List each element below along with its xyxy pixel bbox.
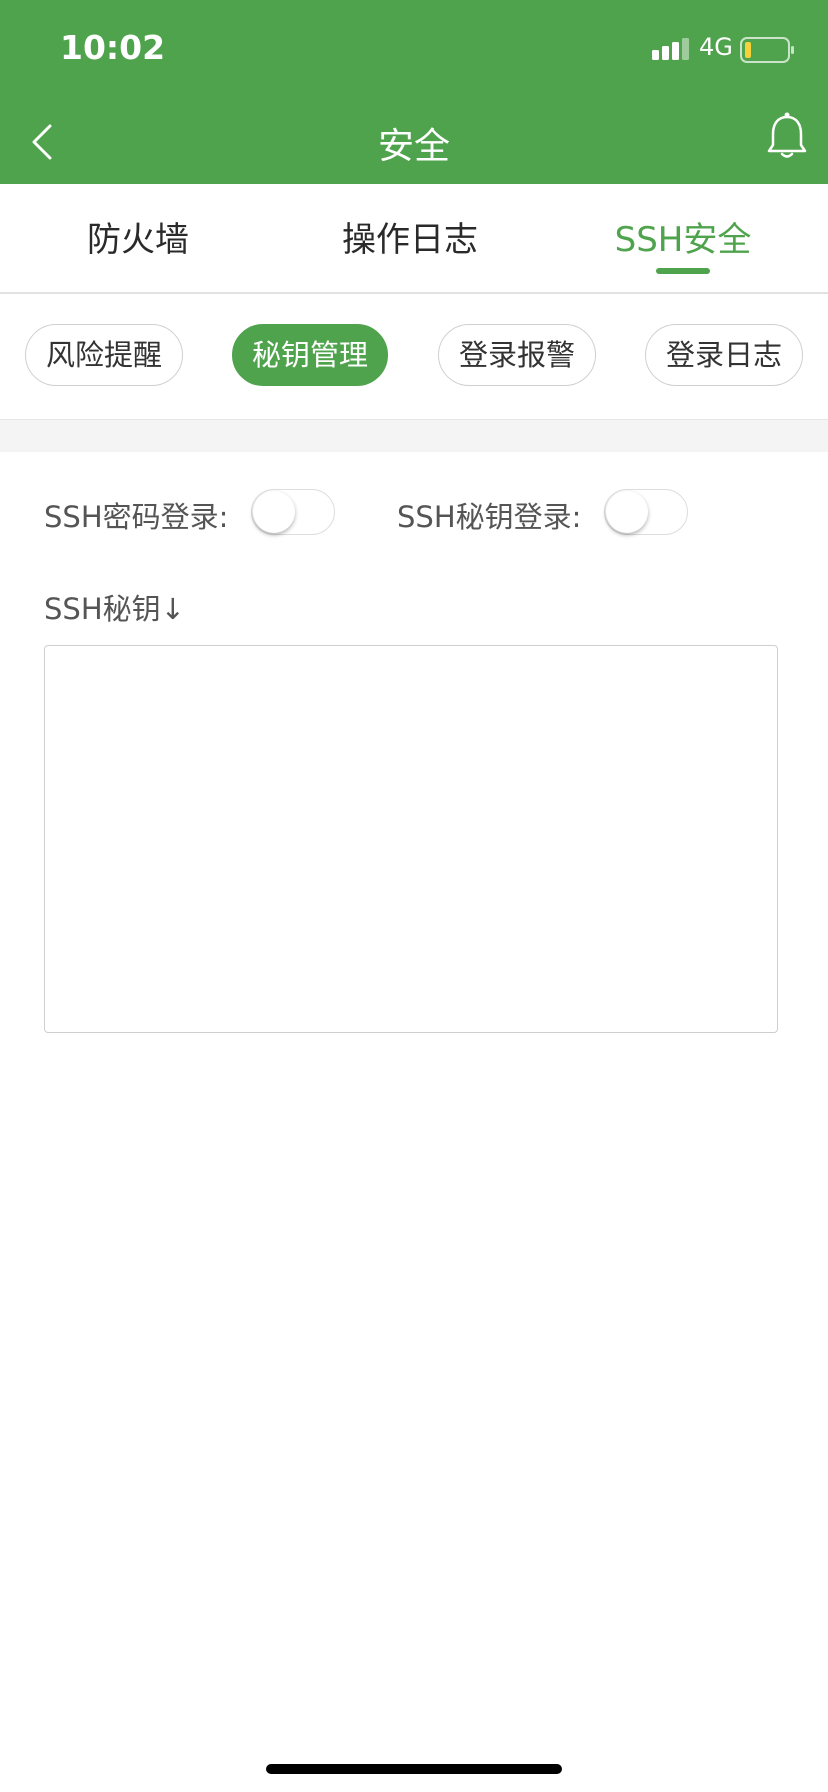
toggle-knob xyxy=(606,491,648,533)
ssh-key-section-label: SSH秘钥↓ xyxy=(44,592,185,626)
sub-tab-chips: 风险提醒 秘钥管理 登录报警 登录日志 xyxy=(0,294,828,418)
toggle-knob xyxy=(253,491,295,533)
main-tabs: 防火墙 操作日志 SSH安全 xyxy=(0,184,828,294)
tab-ssh-security[interactable]: SSH安全 xyxy=(545,212,821,261)
signal-icon xyxy=(652,38,689,60)
battery-icon xyxy=(740,37,794,63)
bell-icon[interactable] xyxy=(766,112,808,160)
chip-key-management[interactable]: 秘钥管理 xyxy=(232,324,388,386)
ssh-password-login-label: SSH密码登录: xyxy=(44,500,229,534)
tab-firewall[interactable]: 防火墙 xyxy=(0,212,276,261)
ssh-password-login-toggle[interactable] xyxy=(251,489,335,535)
active-tab-indicator xyxy=(656,268,710,274)
tab-operation-log[interactable]: 操作日志 xyxy=(272,212,548,261)
home-indicator xyxy=(266,1764,562,1774)
status-time: 10:02 xyxy=(60,28,166,67)
page-title: 安全 xyxy=(377,126,450,167)
chip-risk-alert[interactable]: 风险提醒 xyxy=(25,324,183,386)
network-type: 4G xyxy=(699,33,733,61)
ssh-key-textarea[interactable] xyxy=(44,645,778,1033)
ssh-key-login-toggle[interactable] xyxy=(604,489,688,535)
section-divider xyxy=(0,419,828,452)
chip-login-alarm[interactable]: 登录报警 xyxy=(438,324,596,386)
ssh-key-login-label: SSH秘钥登录: xyxy=(397,500,582,534)
chip-login-log[interactable]: 登录日志 xyxy=(645,324,803,386)
app-header: 10:02 4G 安全 xyxy=(0,0,828,184)
